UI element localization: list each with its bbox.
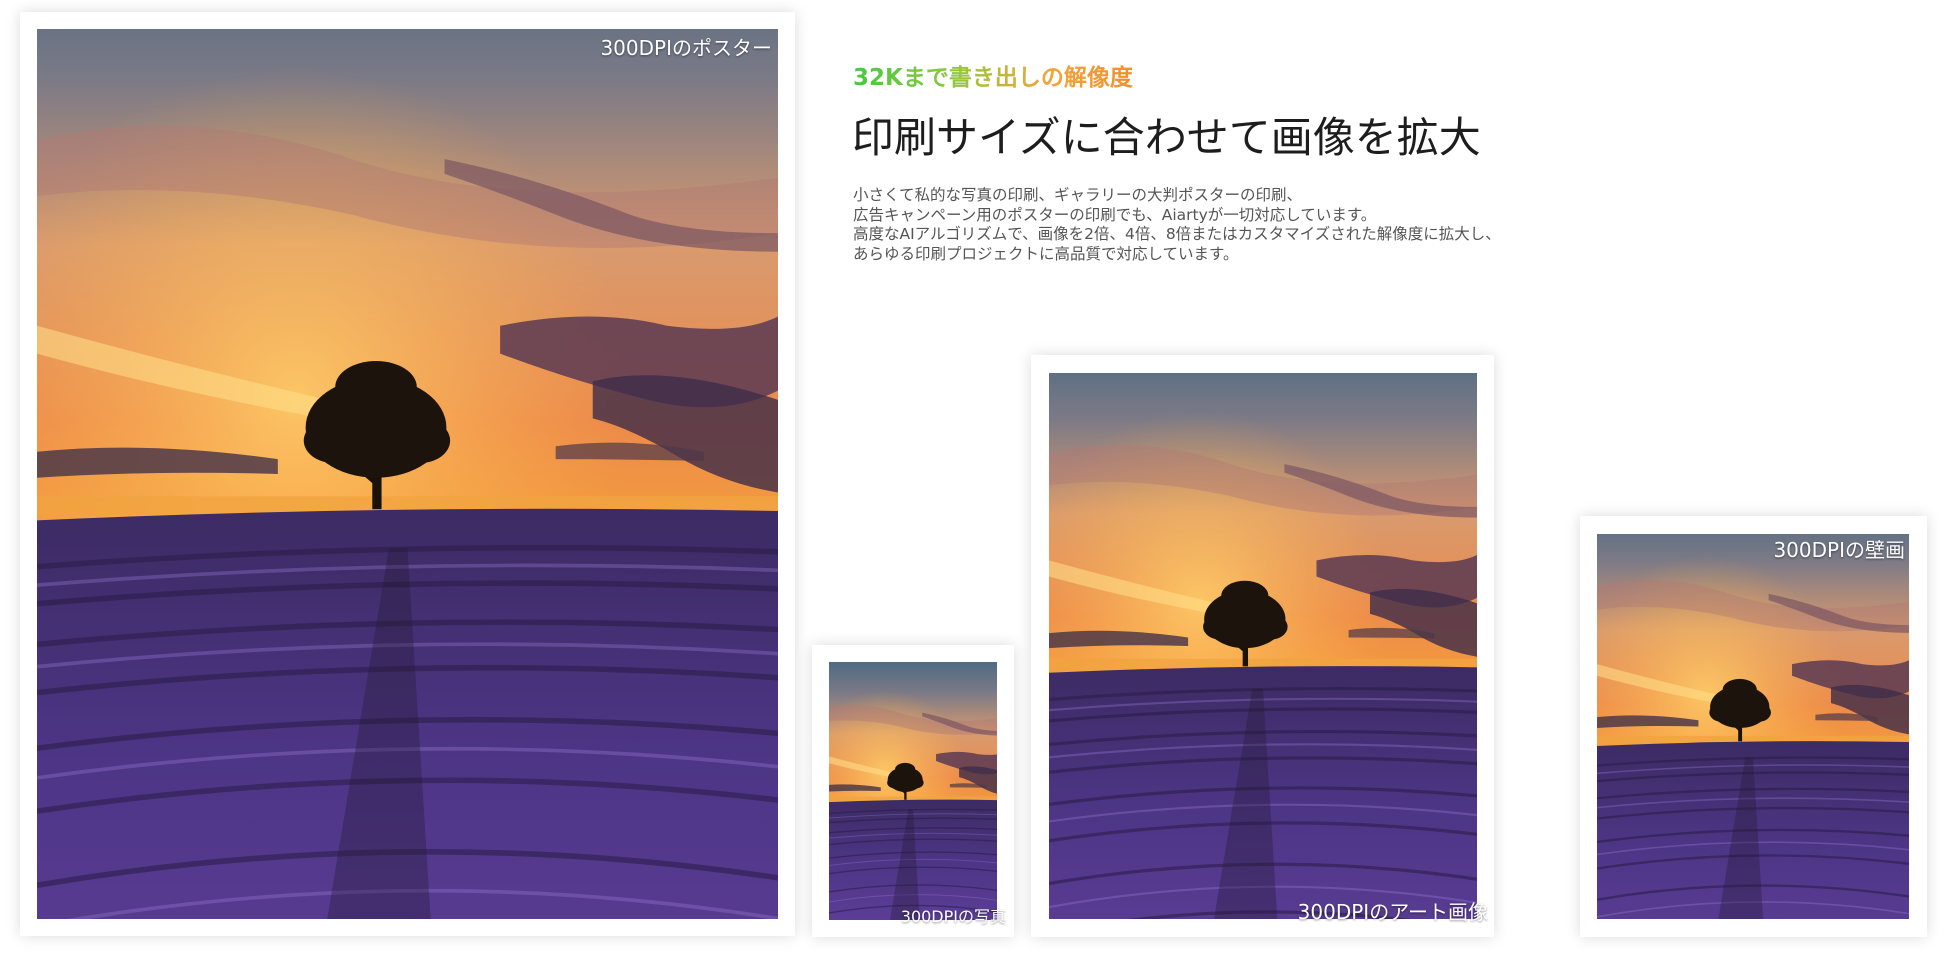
description-line: あらゆる印刷プロジェクトに高品質で対応しています。 — [853, 244, 1239, 263]
section-subtitle: 32Kまで書き出しの解像度 — [853, 58, 1133, 92]
section-description: 小さくて私的な写真の印刷、ギャラリーの大判ポスターの印刷、 広告キャンペーン用の… — [853, 186, 1501, 264]
lavender-sunset-image — [1049, 373, 1477, 919]
mural-frame: 300DPIの壁画 — [1580, 516, 1927, 937]
lavender-sunset-illustration — [37, 29, 778, 919]
lavender-sunset-image — [37, 29, 778, 919]
art-print-frame: 300DPIのアート画像 — [1031, 355, 1494, 937]
description-line: 広告キャンペーン用のポスターの印刷でも、Aiartyが一切対応しています。 — [853, 205, 1377, 224]
section-title: 印刷サイズに合わせて画像を拡大 — [852, 113, 1481, 162]
lavender-sunset-illustration — [829, 662, 997, 920]
lavender-sunset-illustration — [1049, 373, 1477, 919]
poster-frame: 300DPIのポスター — [20, 12, 795, 936]
frame-caption: 300DPIのアート画像 — [1297, 900, 1488, 924]
lavender-sunset-illustration — [1597, 534, 1909, 919]
frame-caption: 300DPIのポスター — [600, 36, 772, 60]
lavender-sunset-image — [829, 662, 997, 920]
lavender-sunset-image — [1597, 534, 1909, 919]
description-line: 高度なAIアルゴリズムで、画像を2倍、4倍、8倍またはカスタマイズされた解像度に… — [853, 225, 1501, 243]
photo-frame: 300DPIの写真 — [812, 645, 1014, 937]
page: 300DPIのポスター 300DPIの写真 300DPIのアート画像 300DP… — [0, 0, 1948, 963]
description-line: 小さくて私的な写真の印刷、ギャラリーの大判ポスターの印刷、 — [853, 186, 1303, 204]
frame-caption: 300DPIの壁画 — [1773, 538, 1905, 562]
frame-caption: 300DPIの写真 — [900, 907, 1006, 926]
